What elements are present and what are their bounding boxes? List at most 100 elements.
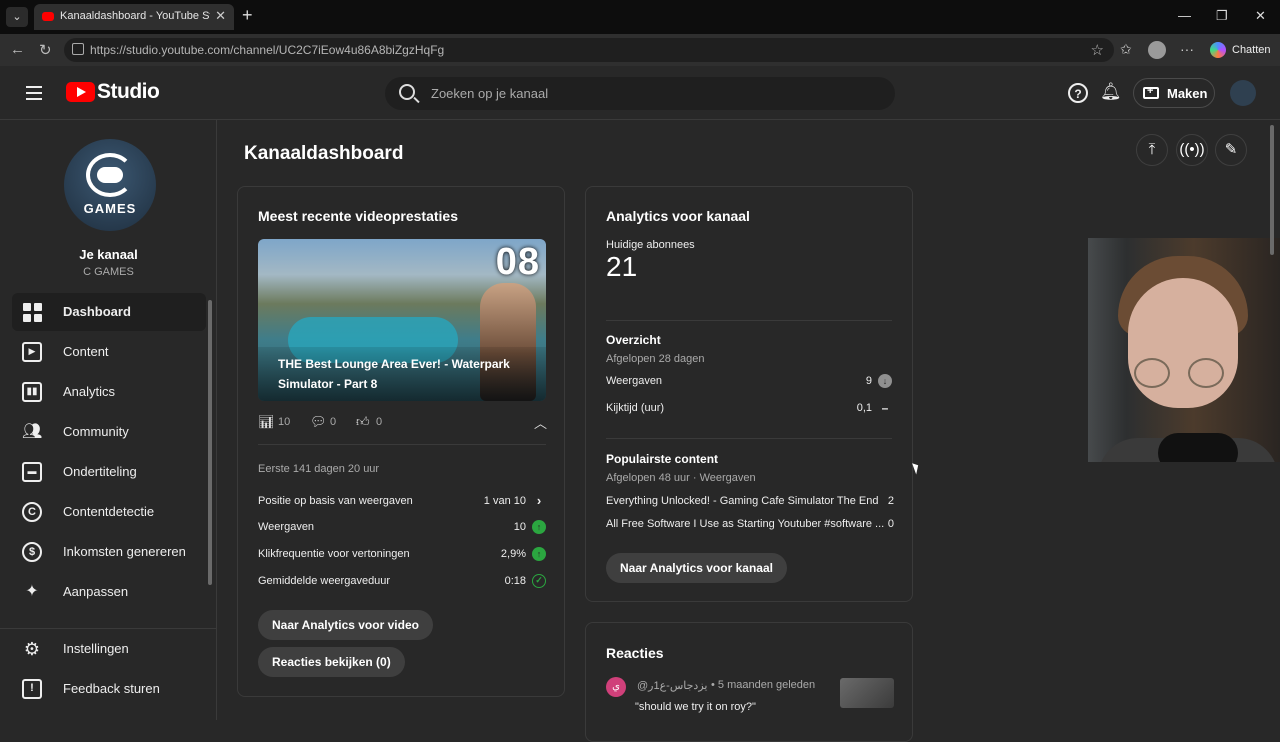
divider [606,320,892,321]
popular-item[interactable]: All Free Software I Use as Starting Yout… [606,516,894,534]
popular-title: Populairste content [606,452,719,466]
browser-address-bar: ← ↻ https://studio.youtube.com/channel/U… [0,34,1280,66]
minimize-icon[interactable]: — [1178,8,1191,23]
sidebar-scrollbar[interactable] [208,300,212,585]
channel-avatar-text: GAMES [83,201,137,216]
youtube-favicon-icon [42,12,54,21]
account-avatar[interactable] [1230,80,1256,106]
browser-tab-bar: ⌄ Kanaaldashboard - YouTube Studio ✕ + —… [0,0,1280,34]
new-tab-icon[interactable]: + [242,5,253,26]
channel-name: C GAMES [83,266,134,278]
metric-row-ctr: Klikfrequentie voor vertoningen 2,9% ↑ [258,546,546,564]
studio-logo-text[interactable]: Studio [97,80,160,104]
more-menu-icon[interactable]: ··· [1180,41,1194,57]
metric-label: Kijktijd (uur) [606,402,665,414]
popular-item[interactable]: Everything Unlocked! - Gaming Cafe Simul… [606,493,894,511]
sidebar-item-analytics[interactable]: ▮▮ Analytics [12,373,206,411]
site-info-icon[interactable] [72,43,84,55]
metric-label: Weergaven [258,521,315,533]
check-circle-icon: ✓ [532,574,546,588]
subscribers-label: Huidige abonnees [606,239,695,251]
copilot-icon [1210,42,1226,59]
video-analytics-button[interactable]: Naar Analytics voor video [258,610,433,640]
sidebar-item-feedback[interactable]: ! Feedback sturen [12,670,206,708]
help-icon[interactable]: ? [1068,83,1088,103]
arrow-up-icon: ↑ [532,520,546,534]
sidebar-item-subtitles[interactable]: ▬ Ondertiteling [12,453,206,491]
tab-list-button[interactable]: ⌄ [6,7,28,27]
browser-tab[interactable]: Kanaaldashboard - YouTube Studio ✕ [34,4,234,30]
comments-card-title: Reacties [606,645,664,661]
sidebar-item-label: Aanpassen [63,584,129,599]
search-bar[interactable] [385,77,895,110]
thumbnail-number: 08 [495,241,540,283]
notifications-bell-icon[interactable]: 🔔︎ [1100,83,1122,103]
create-button[interactable]: Maken [1133,78,1215,108]
comment-author[interactable]: @يزدجاس-ع1ر [637,679,707,692]
sidebar-item-dashboard[interactable]: Dashboard [12,293,206,331]
comment-video-thumbnail[interactable] [840,678,894,708]
main-scrollbar[interactable] [1270,125,1274,255]
overview-period: Afgelopen 28 dagen [606,353,705,365]
copilot-chat-button[interactable]: Chatten [1204,38,1277,62]
upload-icon[interactable]: ⤒ [1136,134,1168,166]
comments-count: 0 [330,416,337,428]
video-title: THE Best Lounge Area Ever! - Waterpark S… [278,357,510,391]
metric-label: Weergaven [606,375,663,387]
maximize-icon[interactable]: ❐ [1216,8,1228,24]
chevron-up-icon[interactable]: ︿ [534,413,547,432]
channel-avatar[interactable]: GAMES [64,139,156,231]
view-comments-button[interactable]: Reacties bekijken (0) [258,647,405,677]
tab-title: Kanaaldashboard - YouTube Studio [60,10,210,22]
url-text: https://studio.youtube.com/channel/UC2C7… [90,43,445,57]
sidebar: GAMES Je kanaal C GAMES Dashboard ▶ Cont… [0,120,217,720]
channel-analytics-card: Analytics voor kanaal Huidige abonnees 2… [585,186,913,602]
views-chart-icon: 📊︎ [258,414,275,429]
search-input[interactable] [431,77,871,110]
webcam-face [1128,278,1238,408]
create-post-icon[interactable]: ✎ [1215,134,1247,166]
metric-value: 10 [513,521,526,533]
comments-icon: 💬︎ [310,414,327,429]
reload-icon[interactable]: ↻ [39,41,52,59]
sidebar-item-label: Feedback sturen [63,681,160,696]
menu-icon[interactable] [26,86,42,100]
commenter-avatar[interactable]: ي [606,677,626,697]
sidebar-item-copyright[interactable]: C Contentdetectie [12,493,206,531]
content-icon: ▶ [22,342,42,362]
favorites-icon[interactable]: ✩ [1120,41,1132,58]
browser-profile-avatar[interactable] [1148,41,1166,59]
sidebar-item-content[interactable]: ▶ Content [12,333,206,371]
metric-value: 1 van 10 [483,495,526,507]
sidebar-item-label: Analytics [63,384,116,399]
close-window-icon[interactable]: ✕ [1255,8,1266,24]
sidebar-item-community[interactable]: 👥︎ Community [12,413,206,451]
video-card-title: Meest recente videoprestaties [258,208,458,224]
dashboard-icon [22,302,42,322]
chevron-right-icon: › [536,493,542,508]
metric-row-rank[interactable]: Positie op basis van weergaven 1 van 10 … [258,493,546,511]
popular-item-title: Everything Unlocked! - Gaming Cafe Simul… [606,495,879,507]
create-label: Maken [1167,86,1208,101]
channel-analytics-button[interactable]: Naar Analytics voor kanaal [606,553,787,583]
webcam-glasses-right [1188,358,1224,388]
comment-time: • 5 maanden geleden [711,679,816,691]
go-live-icon[interactable]: ((•)) [1176,134,1208,166]
youtube-logo-icon[interactable] [66,82,95,102]
favorite-star-icon[interactable]: ☆ [1091,41,1104,59]
sidebar-divider [0,628,216,629]
sidebar-item-settings[interactable]: ⚙ Instellingen [12,630,206,668]
back-icon[interactable]: ← [10,41,25,58]
metric-row-views: Weergaven 10 ↑ [258,519,546,537]
tab-close-icon[interactable]: ✕ [215,8,226,24]
subtitles-icon: ▬ [22,462,42,482]
studio-header: Studio ? 🔔︎ Maken [0,66,1280,120]
subscriber-count: 21 [606,251,638,282]
video-thumbnail[interactable]: 08 THE Best Lounge Area Ever! - Waterpar… [258,239,546,401]
url-field[interactable]: https://studio.youtube.com/channel/UC2C7… [64,38,1114,62]
search-icon [399,84,415,100]
settings-icon: ⚙ [23,639,41,659]
sidebar-item-customize[interactable]: ✦ Aanpassen [12,573,206,611]
sidebar-item-monetization[interactable]: $ Inkomsten genereren [12,533,206,571]
popular-item-views: 0 [887,518,894,530]
